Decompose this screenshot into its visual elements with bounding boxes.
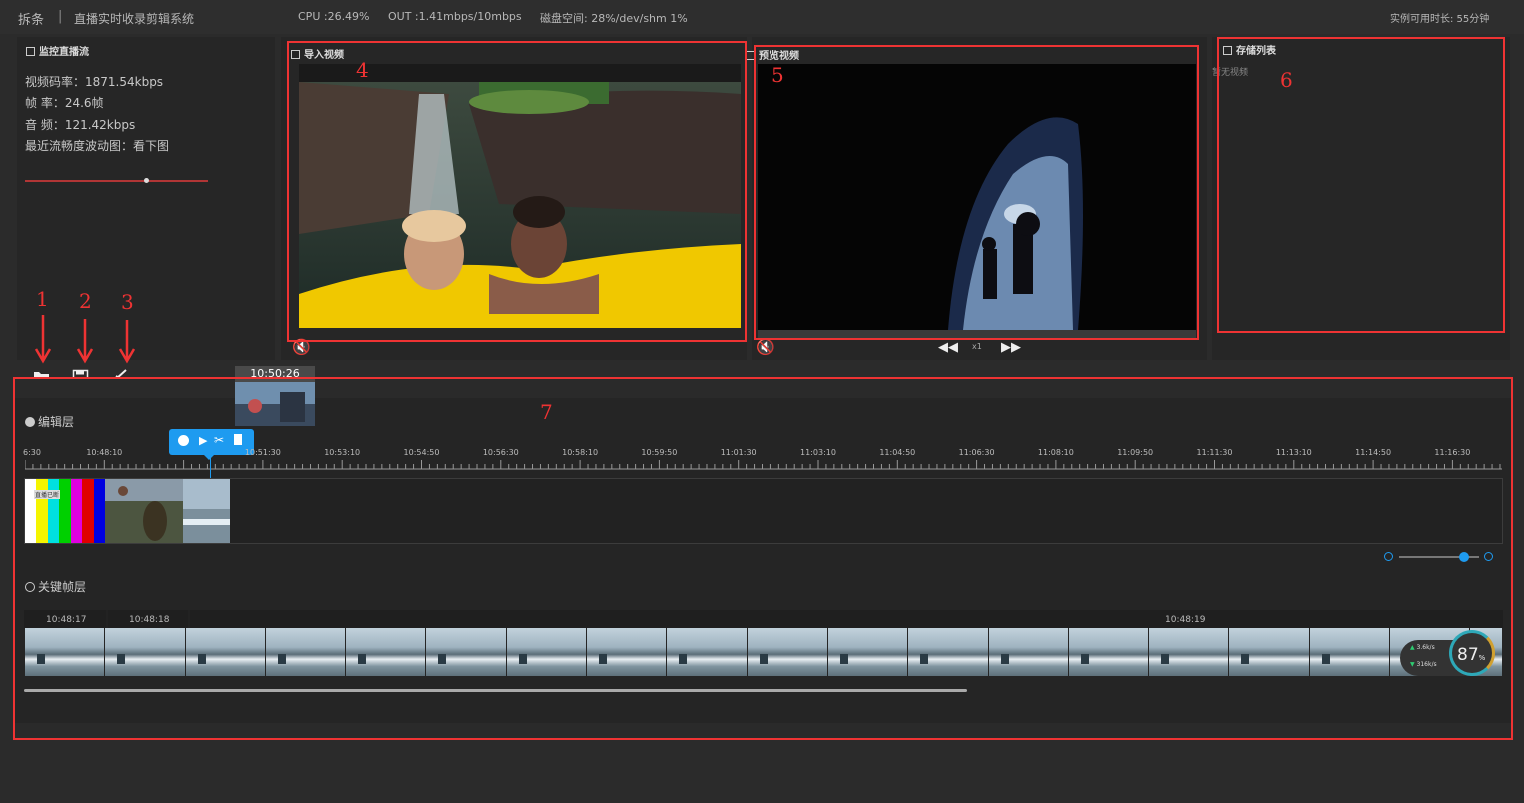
bitrate-stat: 视频码率：1871.54kbps bbox=[25, 75, 164, 89]
disk-status: 磁盘空间: 28%/dev/shm 1% bbox=[540, 12, 688, 25]
monitor-icon bbox=[26, 47, 35, 56]
annotation-number-6: 6 bbox=[1280, 68, 1293, 92]
annotation-arrows bbox=[34, 315, 136, 364]
fluency-stat: 最近流畅度波动图：看下图 bbox=[25, 139, 170, 153]
annotation-number-2: 2 bbox=[79, 289, 92, 313]
annotation-number-3: 3 bbox=[121, 290, 134, 314]
out-status: OUT :1.41mbps/10mbps bbox=[388, 10, 522, 23]
annotation-number-5: 5 bbox=[771, 63, 784, 87]
fast-forward-icon[interactable]: ▶▶ bbox=[1001, 340, 1021, 356]
app-name: 拆条 bbox=[18, 13, 45, 28]
cpu-status: CPU :26.49% bbox=[298, 10, 370, 23]
annotation-box-4 bbox=[287, 41, 747, 342]
rewind-icon[interactable]: ◀◀ bbox=[938, 340, 958, 356]
preview-mute-icon[interactable]: 🔇 bbox=[756, 339, 775, 355]
annotation-box-5 bbox=[754, 45, 1199, 340]
annotation-number-7: 7 bbox=[540, 400, 553, 424]
annotation-box-7 bbox=[13, 377, 1513, 740]
monitor-panel-title: 监控直播流 bbox=[26, 43, 89, 58]
fluency-graph bbox=[25, 180, 208, 182]
title-separator: | bbox=[58, 9, 63, 24]
system-title: 直播实时收录剪辑系统 bbox=[74, 12, 195, 26]
annotation-number-1: 1 bbox=[36, 287, 49, 311]
remaining-time: 实例可用时长: 55分钟 bbox=[1390, 14, 1490, 25]
fluency-graph-point bbox=[144, 178, 149, 183]
top-bar: 拆条 | 直播实时收录剪辑系统 CPU :26.49% OUT :1.41mbp… bbox=[0, 0, 1524, 34]
fps-stat: 帧 率：24.6帧 bbox=[25, 96, 104, 110]
audio-stat: 音 频：121.42kbps bbox=[25, 118, 136, 132]
speed-label: x1 bbox=[972, 342, 982, 351]
annotation-number-4: 4 bbox=[356, 58, 369, 82]
annotation-box-6 bbox=[1217, 37, 1505, 333]
